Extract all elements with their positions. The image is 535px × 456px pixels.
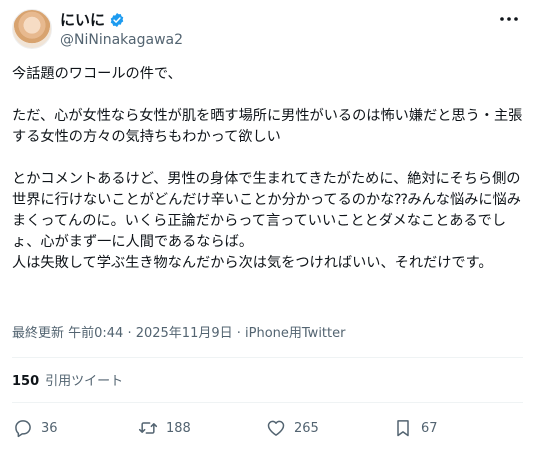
- more-options-icon[interactable]: [499, 14, 519, 24]
- action-bar: 36 188 265 67: [0, 418, 535, 440]
- quote-tweets-link[interactable]: 150 引用ツイート: [12, 374, 123, 390]
- divider: [12, 357, 523, 358]
- user-handle[interactable]: @NiNinakagawa2: [60, 31, 183, 49]
- reply-count: 36: [41, 420, 58, 436]
- reply-icon: [15, 420, 31, 438]
- retweet-button[interactable]: 188: [138, 418, 191, 438]
- avatar[interactable]: [12, 9, 52, 49]
- bookmark-icon: [397, 420, 409, 437]
- retweet-count: 188: [166, 420, 191, 436]
- tweet-text: 今話題のワコールの件で、 ただ、心が女性なら女性が肌を晒す場所に男性がいるのは怖…: [12, 66, 523, 271]
- quote-count: 150: [12, 374, 40, 389]
- divider: [12, 402, 523, 403]
- quote-label: 引用ツイート: [45, 374, 124, 389]
- display-name[interactable]: にいに: [60, 11, 105, 29]
- name-row: にいに: [60, 11, 125, 29]
- like-button[interactable]: 265: [266, 418, 319, 438]
- bookmark-button[interactable]: 67: [393, 418, 438, 438]
- reply-button[interactable]: 36: [13, 418, 58, 438]
- retweet-icon: [138, 422, 158, 434]
- like-count: 265: [294, 420, 319, 436]
- bookmark-count: 67: [421, 420, 438, 436]
- tweet-meta[interactable]: 最終更新 午前0:44 · 2025年11月9日 · iPhone用Twitte…: [12, 326, 345, 342]
- heart-icon: [267, 420, 285, 436]
- verified-badge-icon: [110, 13, 124, 27]
